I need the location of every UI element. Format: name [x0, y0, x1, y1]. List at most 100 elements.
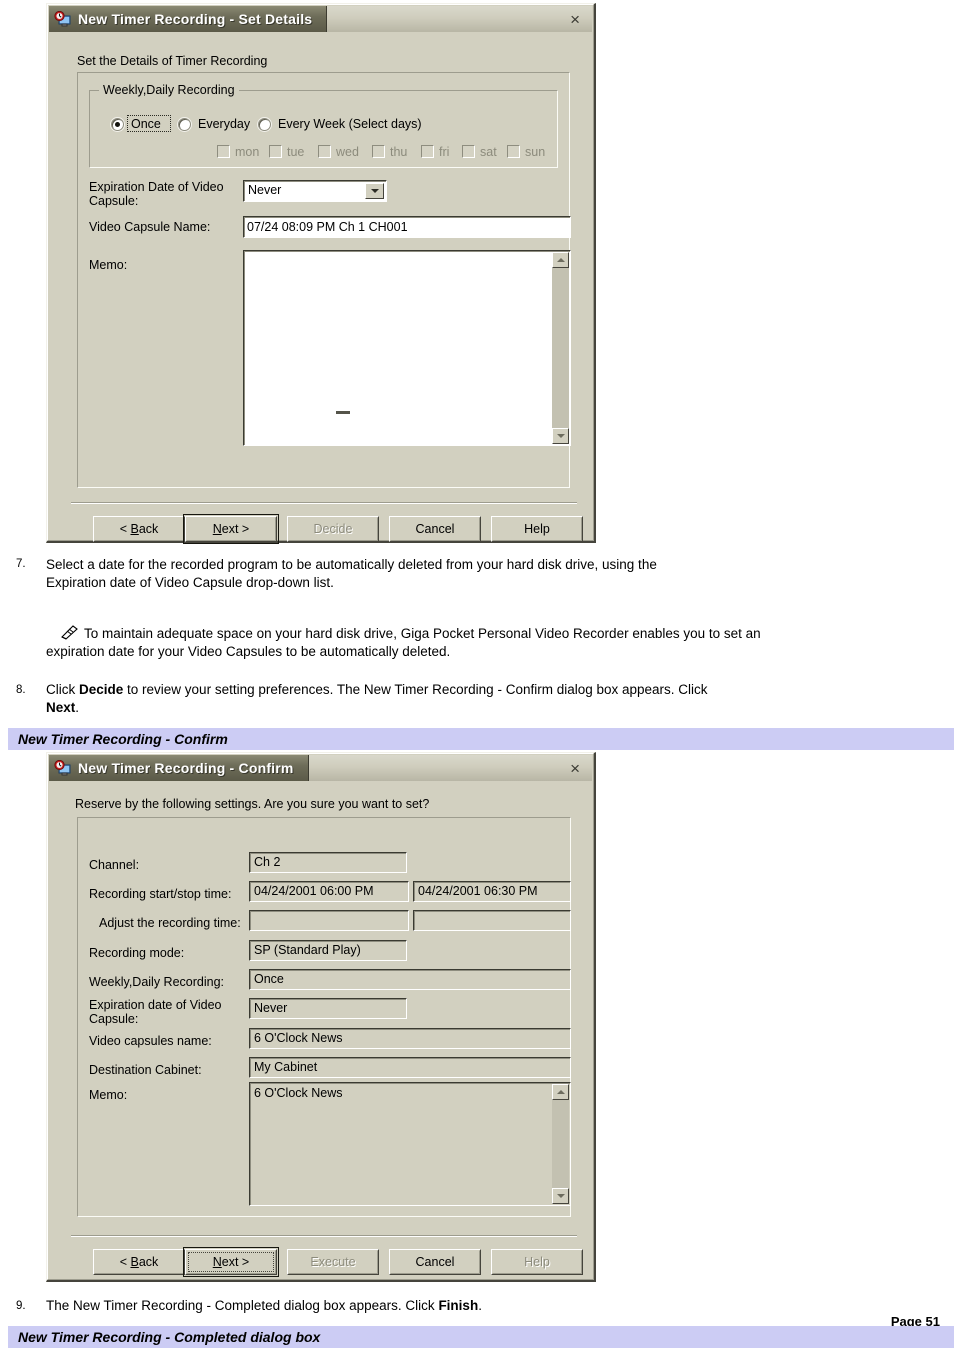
checkbox-sun-label: sun — [525, 145, 546, 159]
close-icon[interactable]: × — [570, 760, 580, 777]
step-8-bold-next: Next — [46, 700, 76, 715]
execute-button[interactable]: Execute — [287, 1249, 379, 1275]
step-8-text-c: to review your setting preferences. The … — [123, 682, 708, 697]
adjust-time-label: Adjust the recording time: — [99, 916, 241, 930]
step-8-bold-decide: Decide — [79, 682, 124, 697]
checkbox-sun-box — [507, 145, 520, 158]
checkbox-tue-box — [269, 145, 282, 158]
decide-button[interactable]: Decide — [287, 516, 379, 542]
capsules-name-value: 6 O'Clock News — [249, 1028, 571, 1049]
step-9-text-a: The New Timer Recording - Completed dial… — [46, 1298, 439, 1313]
step-7-line-2: Expiration date of Video Capsule drop-do… — [46, 575, 334, 590]
checkbox-sat-box — [462, 145, 475, 158]
step-9-bold-finish: Finish — [438, 1298, 479, 1313]
expiration-label-line1-confirm: Expiration date of Video — [89, 998, 222, 1012]
radio-once-focus — [127, 115, 171, 132]
step-8-text-e: . — [75, 700, 80, 715]
expiration-label-line1: Expiration Date of Video — [89, 180, 224, 194]
radio-everyday-indicator[interactable] — [178, 118, 191, 131]
memo-caret-artifact — [336, 411, 350, 414]
back-button-confirm[interactable]: < Back — [93, 1249, 185, 1275]
checkbox-mon-box — [217, 145, 230, 158]
scroll-up-icon[interactable] — [552, 252, 569, 268]
step-8-number: 8. — [16, 684, 26, 696]
note-line-2: expiration date for your Video Capsules … — [46, 644, 451, 659]
chevron-down-icon[interactable] — [365, 183, 384, 199]
checkbox-sat-label: sat — [480, 145, 497, 159]
note-line-1: To maintain adequate space on your hard … — [84, 626, 761, 641]
step-9-number: 9. — [16, 1300, 26, 1312]
titlebar-set-details[interactable]: New Timer Recording - Set Details × — [49, 6, 592, 32]
channel-value: Ch 2 — [249, 852, 407, 873]
scroll-down-icon[interactable] — [552, 428, 569, 444]
cancel-button-confirm[interactable]: Cancel — [389, 1249, 481, 1275]
start-time-value: 04/24/2001 06:00 PM — [249, 881, 409, 902]
footer-separator — [71, 502, 577, 504]
dialog-body-confirm: Reserve by the following settings. Are y… — [49, 781, 592, 1278]
checkbox-mon-label: mon — [235, 145, 260, 159]
dialog-confirm[interactable]: New Timer Recording - Confirm × Reserve … — [46, 752, 596, 1282]
dialog-body-set-details: Set the Details of Timer Recording Weekl… — [49, 32, 592, 544]
scroll-down-icon[interactable] — [552, 1188, 569, 1204]
memo-label: Memo: — [89, 258, 128, 272]
checkbox-fri-label: fri — [439, 145, 450, 159]
section-band-confirm: New Timer Recording - Confirm — [8, 728, 954, 750]
expiration-label-line2-confirm: Capsule: — [89, 1012, 139, 1026]
destination-cabinet-label: Destination Cabinet: — [89, 1063, 202, 1077]
expiration-date-value: Never — [248, 183, 282, 197]
weekly-daily-value: Once — [249, 969, 571, 990]
back-button-label: < Back — [119, 522, 159, 536]
checkbox-thu-box — [372, 145, 385, 158]
step-8-line-1: Click Decide to review your setting pref… — [46, 681, 708, 699]
scroll-up-icon[interactable] — [552, 1084, 569, 1100]
step-9-line-1: The New Timer Recording - Completed dial… — [46, 1297, 482, 1315]
checkbox-wed-label: wed — [336, 145, 359, 159]
back-button[interactable]: < Back — [93, 516, 185, 542]
section-caption: Set the Details of Timer Recording — [77, 54, 268, 68]
next-button[interactable]: Next > — [183, 514, 279, 544]
memo-readonly-area: 6 O'Clock News — [249, 1082, 571, 1206]
radio-every-week-indicator[interactable] — [258, 118, 271, 131]
step-8-line-2: Next. — [46, 699, 79, 717]
help-button-label-confirm: Help — [524, 1255, 550, 1269]
next-button-confirm[interactable]: Next > — [183, 1247, 279, 1277]
capsules-name-label: Video capsules name: — [89, 1034, 212, 1048]
dialog-title-confirm: New Timer Recording - Confirm — [78, 760, 294, 776]
back-button-label-confirm: < Back — [119, 1255, 159, 1269]
help-button-confirm[interactable]: Help — [491, 1249, 583, 1275]
titlebar-confirm[interactable]: New Timer Recording - Confirm × — [49, 755, 592, 781]
next-button-focus-ring — [188, 1252, 274, 1272]
checkbox-tue-label: tue — [287, 145, 305, 159]
memo-text-confirm: 6 O'Clock News — [254, 1086, 343, 1100]
step-8-text-a: Click — [46, 682, 79, 697]
expiration-label-line2: Capsule: — [89, 194, 139, 208]
dialog-set-details[interactable]: New Timer Recording - Set Details × Set … — [46, 3, 596, 544]
checkbox-wed-box — [318, 145, 331, 158]
weekly-daily-legend: Weekly,Daily Recording — [99, 83, 239, 97]
decide-button-label: Decide — [313, 522, 353, 536]
capsule-name-input[interactable]: 07/24 08:09 PM Ch 1 CH001 — [243, 216, 571, 238]
expiration-date-dropdown[interactable]: Never — [243, 180, 387, 202]
titlebar-active-segment: New Timer Recording - Set Details — [49, 6, 327, 32]
radio-everyday-label: Everyday — [198, 117, 251, 131]
timer-recording-icon — [54, 10, 71, 27]
memo-scrollbar-confirm[interactable] — [552, 1084, 569, 1204]
close-icon[interactable]: × — [570, 11, 580, 28]
cancel-button[interactable]: Cancel — [389, 516, 481, 542]
expiration-value-confirm: Never — [249, 998, 407, 1019]
footer-separator-confirm — [71, 1235, 577, 1237]
adjust-stop-value — [413, 910, 571, 931]
cancel-button-label-confirm: Cancel — [415, 1255, 455, 1269]
step-7-number: 7. — [16, 558, 26, 570]
cancel-button-label: Cancel — [415, 522, 455, 536]
next-button-label: Next > — [212, 522, 250, 536]
recording-mode-label: Recording mode: — [89, 946, 185, 960]
memo-textarea[interactable] — [243, 250, 571, 446]
help-button[interactable]: Help — [491, 516, 583, 542]
radio-once-indicator[interactable] — [111, 118, 124, 131]
step-9-text-c: . — [478, 1298, 482, 1313]
section-band-completed: New Timer Recording - Completed dialog b… — [8, 1326, 954, 1348]
memo-scrollbar[interactable] — [552, 252, 569, 444]
titlebar-active-segment-confirm: New Timer Recording - Confirm — [49, 755, 308, 781]
destination-cabinet-value: My Cabinet — [249, 1057, 571, 1078]
